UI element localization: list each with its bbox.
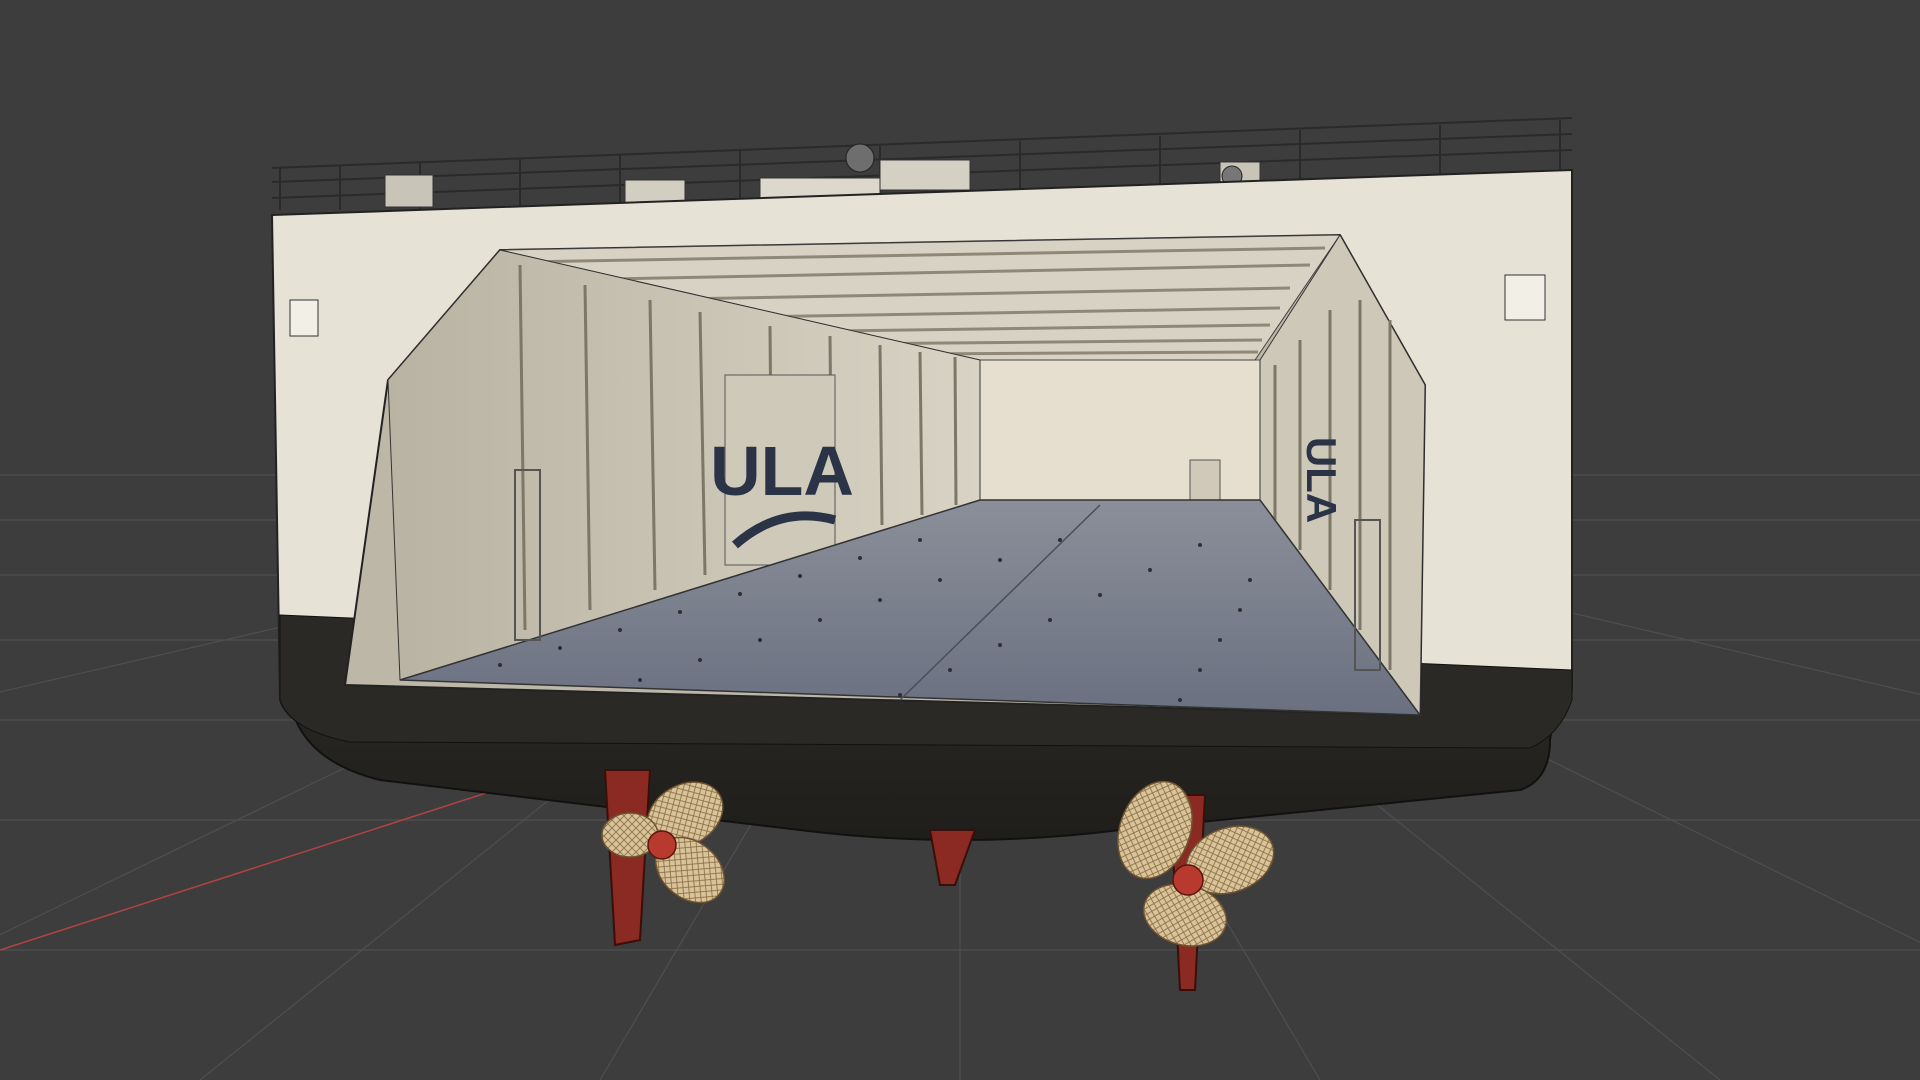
ship-model[interactable]: ULA ULA	[270, 117, 1573, 991]
back-wall-door	[1189, 459, 1221, 501]
logo-text-left: ULA	[710, 432, 854, 510]
3d-viewport[interactable]: ULA ULA	[0, 0, 1920, 1080]
rudder-center	[928, 829, 977, 886]
viewport-scene[interactable]: ULA ULA	[0, 0, 1920, 1080]
starboard-hatch	[1504, 274, 1546, 321]
logo-text-right: ULA	[1298, 437, 1345, 523]
port-hatch	[289, 299, 319, 337]
